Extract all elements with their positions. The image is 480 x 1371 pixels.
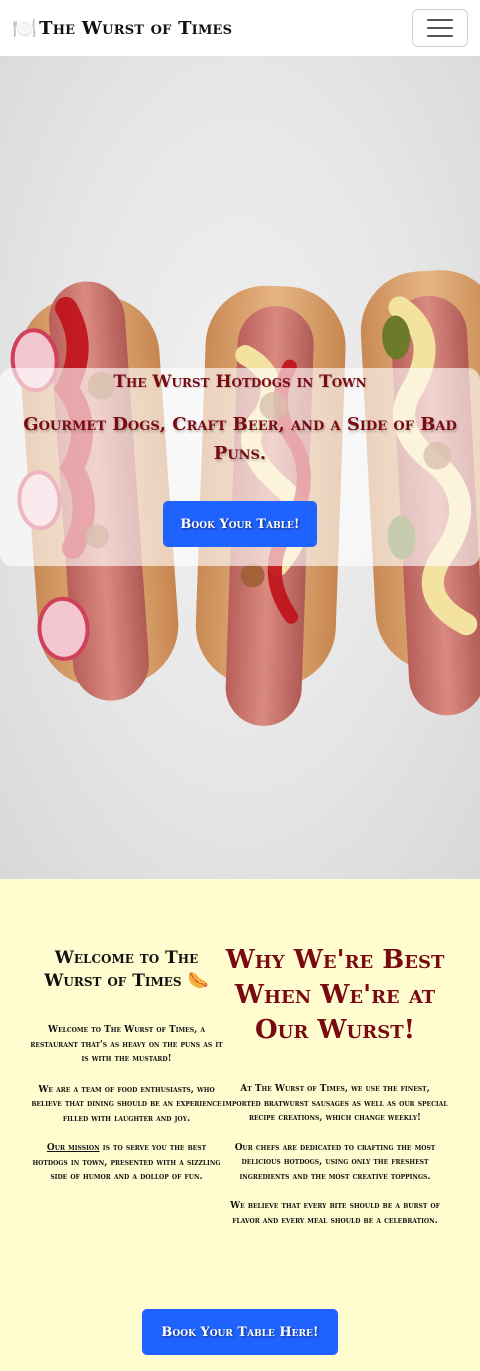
our-mission-link[interactable]: Our mission bbox=[47, 1143, 100, 1153]
flavor-paragraph: We believe that every bite should be a b… bbox=[230, 1201, 440, 1226]
toggler-bar bbox=[427, 35, 453, 37]
why-column: Why We're Best When We're at Our Wurst! … bbox=[220, 943, 450, 1228]
book-table-button[interactable]: Book Your Table! bbox=[163, 501, 317, 547]
hotdog-icon: 🌭 bbox=[187, 971, 209, 991]
toggler-bar bbox=[427, 27, 453, 29]
welcome-heading-text: Welcome to The Wurst of Times bbox=[44, 948, 199, 991]
welcome-paragraph: Welcome to The Wurst of Times, a restaur… bbox=[30, 1025, 223, 1064]
brand-name: The Wurst of Times bbox=[39, 17, 233, 39]
why-heading: Why We're Best When We're at Our Wurst! bbox=[225, 945, 445, 1045]
welcome-column: Welcome to The Wurst of Times 🌭 Welcome … bbox=[30, 947, 223, 1185]
hero-subtitle: Gourmet Dogs, Craft Beer, and a Side of … bbox=[23, 414, 457, 464]
chefs-paragraph: Our chefs are dedicated to crafting the … bbox=[234, 1142, 436, 1182]
brand-link[interactable]: 🍽️ The Wurst of Times bbox=[12, 18, 232, 39]
sausages-paragraph: At The Wurst of Times, we use the finest… bbox=[222, 1084, 448, 1123]
mission-paragraph: Our mission is to serve you the best hot… bbox=[30, 1141, 223, 1185]
about-section: Welcome to The Wurst of Times 🌭 Welcome … bbox=[0, 879, 480, 1371]
team-paragraph: We are a team of food enthusiasts, who b… bbox=[31, 1084, 222, 1124]
toggler-bar bbox=[427, 19, 453, 21]
hero-overlay-panel: The Wurst Hotdogs in Town Gourmet Dogs, … bbox=[0, 368, 480, 566]
plate-cutlery-icon: 🍽️ bbox=[12, 16, 38, 40]
navbar: 🍽️ The Wurst of Times bbox=[0, 0, 480, 56]
welcome-heading: Welcome to The Wurst of Times 🌭 bbox=[30, 947, 223, 993]
hero-section: The Wurst Hotdogs in Town Gourmet Dogs, … bbox=[0, 56, 480, 879]
hamburger-menu-icon[interactable] bbox=[412, 9, 468, 47]
hero-title: The Wurst Hotdogs in Town bbox=[113, 372, 367, 392]
book-table-here-button[interactable]: Book Your Table Here! bbox=[142, 1309, 338, 1355]
